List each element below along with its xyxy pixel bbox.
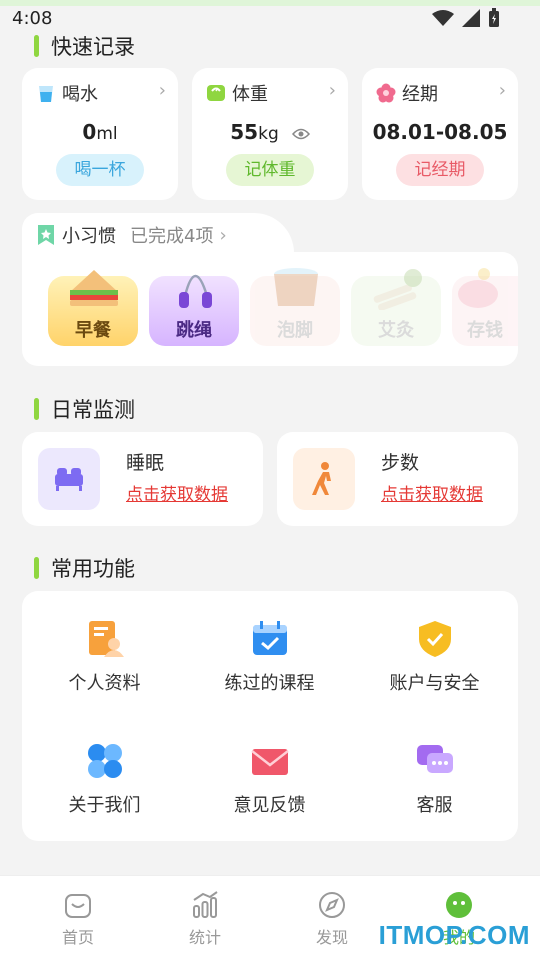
shield-icon — [418, 621, 451, 657]
battery-icon — [489, 8, 499, 27]
compass-icon — [319, 892, 345, 918]
weight-value: 55kg — [192, 120, 348, 144]
me-icon — [446, 892, 472, 918]
habit-header[interactable]: 小习惯 已完成4项 › — [38, 222, 227, 248]
calendar-check-icon — [252, 621, 287, 655]
func-profile[interactable]: 个人资料 — [22, 591, 187, 701]
watermark: ITMOP.COM — [378, 920, 530, 950]
mail-icon — [250, 749, 289, 775]
habit-moxibustion[interactable]: 艾灸 — [351, 269, 441, 346]
record-period-button[interactable]: 记经期 — [396, 154, 484, 186]
chevron-right-icon: › — [158, 80, 166, 101]
func-about-us[interactable]: 关于我们 — [22, 713, 187, 823]
steps-card[interactable]: 步数 点击获取数据 — [277, 432, 518, 526]
signal-icon — [462, 9, 480, 27]
nav-home[interactable]: 首页 — [33, 890, 123, 948]
water-cup-icon — [39, 86, 53, 102]
habit-title: 小习惯 — [62, 226, 116, 247]
status-icons — [432, 8, 500, 28]
status-bar: 4:08 — [0, 6, 540, 32]
chevron-right-icon: › — [498, 80, 506, 101]
habit-jump-rope[interactable]: 跳绳 — [149, 274, 239, 346]
sleep-label: 睡眠 — [126, 452, 165, 474]
profile-icon — [88, 621, 124, 657]
walking-icon — [312, 462, 331, 495]
steps-get-data-link[interactable]: 点击获取数据 — [381, 480, 483, 505]
habit-label: 存钱 — [467, 320, 503, 341]
piggy-bank-icon — [458, 268, 498, 308]
period-label: 经期 — [402, 84, 438, 105]
habit-foot-bath[interactable]: 泡脚 — [250, 268, 340, 346]
nav-stats[interactable]: 统计 — [160, 890, 250, 948]
habit-label: 早餐 — [75, 320, 111, 341]
home-icon — [65, 894, 91, 918]
functions-card: 个人资料 练过的课程 账户与安全 关于我们 意见反馈 客服 — [22, 591, 518, 841]
period-value: 08.01-08.05 — [372, 120, 508, 144]
daily-monitor-heading: 日常监测 — [34, 394, 135, 424]
moxibustion-icon — [373, 269, 422, 310]
sleep-card[interactable]: 睡眠 点击获取数据 — [22, 432, 263, 526]
water-card[interactable]: 喝水 › 0ml 喝一杯 — [22, 68, 178, 200]
status-time: 4:08 — [12, 8, 53, 29]
sandwich-icon — [70, 270, 118, 306]
weight-card[interactable]: 体重 › 55kg 记体重 — [192, 68, 348, 200]
habit-savings[interactable]: 存钱 — [452, 268, 518, 346]
stats-icon — [193, 891, 218, 918]
clover-icon — [87, 744, 122, 778]
period-card[interactable]: 经期 › 08.01-08.05 记经期 — [362, 68, 518, 200]
habit-subtitle: 已完成4项 — [130, 226, 214, 247]
steps-label: 步数 — [381, 452, 420, 474]
func-customer-service[interactable]: 客服 — [352, 713, 517, 823]
water-value: 0ml — [82, 120, 118, 144]
eye-icon[interactable] — [291, 128, 310, 140]
quick-record-heading: 快速记录 — [34, 31, 135, 61]
habit-label: 泡脚 — [277, 320, 313, 341]
foot-bath-icon — [274, 268, 318, 306]
habit-label: 艾灸 — [378, 320, 414, 341]
flower-icon — [376, 83, 396, 103]
chat-icon — [416, 745, 453, 773]
drink-button[interactable]: 喝一杯 — [56, 154, 144, 186]
habit-breakfast[interactable]: 早餐 — [48, 270, 138, 346]
bed-icon — [55, 468, 83, 491]
sleep-get-data-link[interactable]: 点击获取数据 — [126, 480, 228, 505]
nav-discover[interactable]: 发现 — [287, 890, 377, 948]
bookmark-icon — [38, 225, 54, 245]
scale-icon — [207, 85, 225, 101]
chevron-right-icon: › — [219, 224, 227, 246]
common-functions-heading: 常用功能 — [34, 553, 135, 583]
habit-label: 跳绳 — [176, 320, 212, 341]
weight-label: 体重 — [232, 84, 268, 105]
func-feedback[interactable]: 意见反馈 — [187, 713, 352, 823]
func-account-security[interactable]: 账户与安全 — [352, 591, 517, 701]
water-label: 喝水 — [62, 84, 98, 105]
func-courses[interactable]: 练过的课程 — [187, 591, 352, 701]
jump-rope-icon — [179, 274, 212, 308]
record-weight-button[interactable]: 记体重 — [226, 154, 314, 186]
wifi-icon — [432, 10, 454, 26]
chevron-right-icon: › — [328, 80, 336, 101]
